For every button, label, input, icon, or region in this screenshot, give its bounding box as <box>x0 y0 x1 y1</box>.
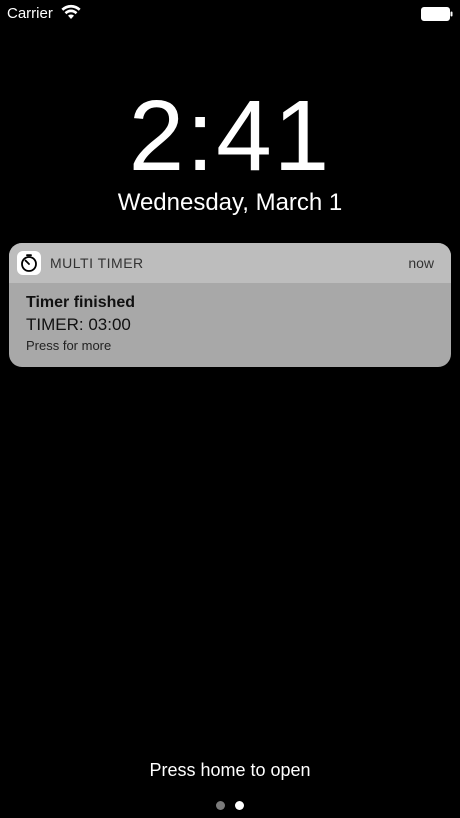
notification-hint: Press for more <box>26 338 112 353</box>
notification-header: MULTI TIMER now <box>9 243 451 283</box>
notification-app-name: MULTI TIMER <box>50 255 144 271</box>
notification-time: now <box>408 255 434 271</box>
page-dot-2-active[interactable] <box>235 801 244 810</box>
notification-card[interactable]: MULTI TIMER now Timer finished TIMER: 03… <box>9 243 451 367</box>
lock-screen-date: Wednesday, March 1 <box>117 189 343 216</box>
page-indicator[interactable] <box>215 801 245 811</box>
carrier-label: Carrier <box>7 5 53 22</box>
notification-title: Timer finished <box>26 294 136 311</box>
lock-screen-time: 2:41 <box>128 80 332 192</box>
notification-body: TIMER: 03:00 <box>26 315 131 334</box>
status-bar: Carrier <box>0 0 460 28</box>
battery-full-icon <box>421 7 453 21</box>
stopwatch-icon <box>17 251 41 275</box>
press-home-hint: Press home to open <box>149 760 311 780</box>
page-dot-1[interactable] <box>216 801 225 810</box>
wifi-icon <box>61 4 81 20</box>
